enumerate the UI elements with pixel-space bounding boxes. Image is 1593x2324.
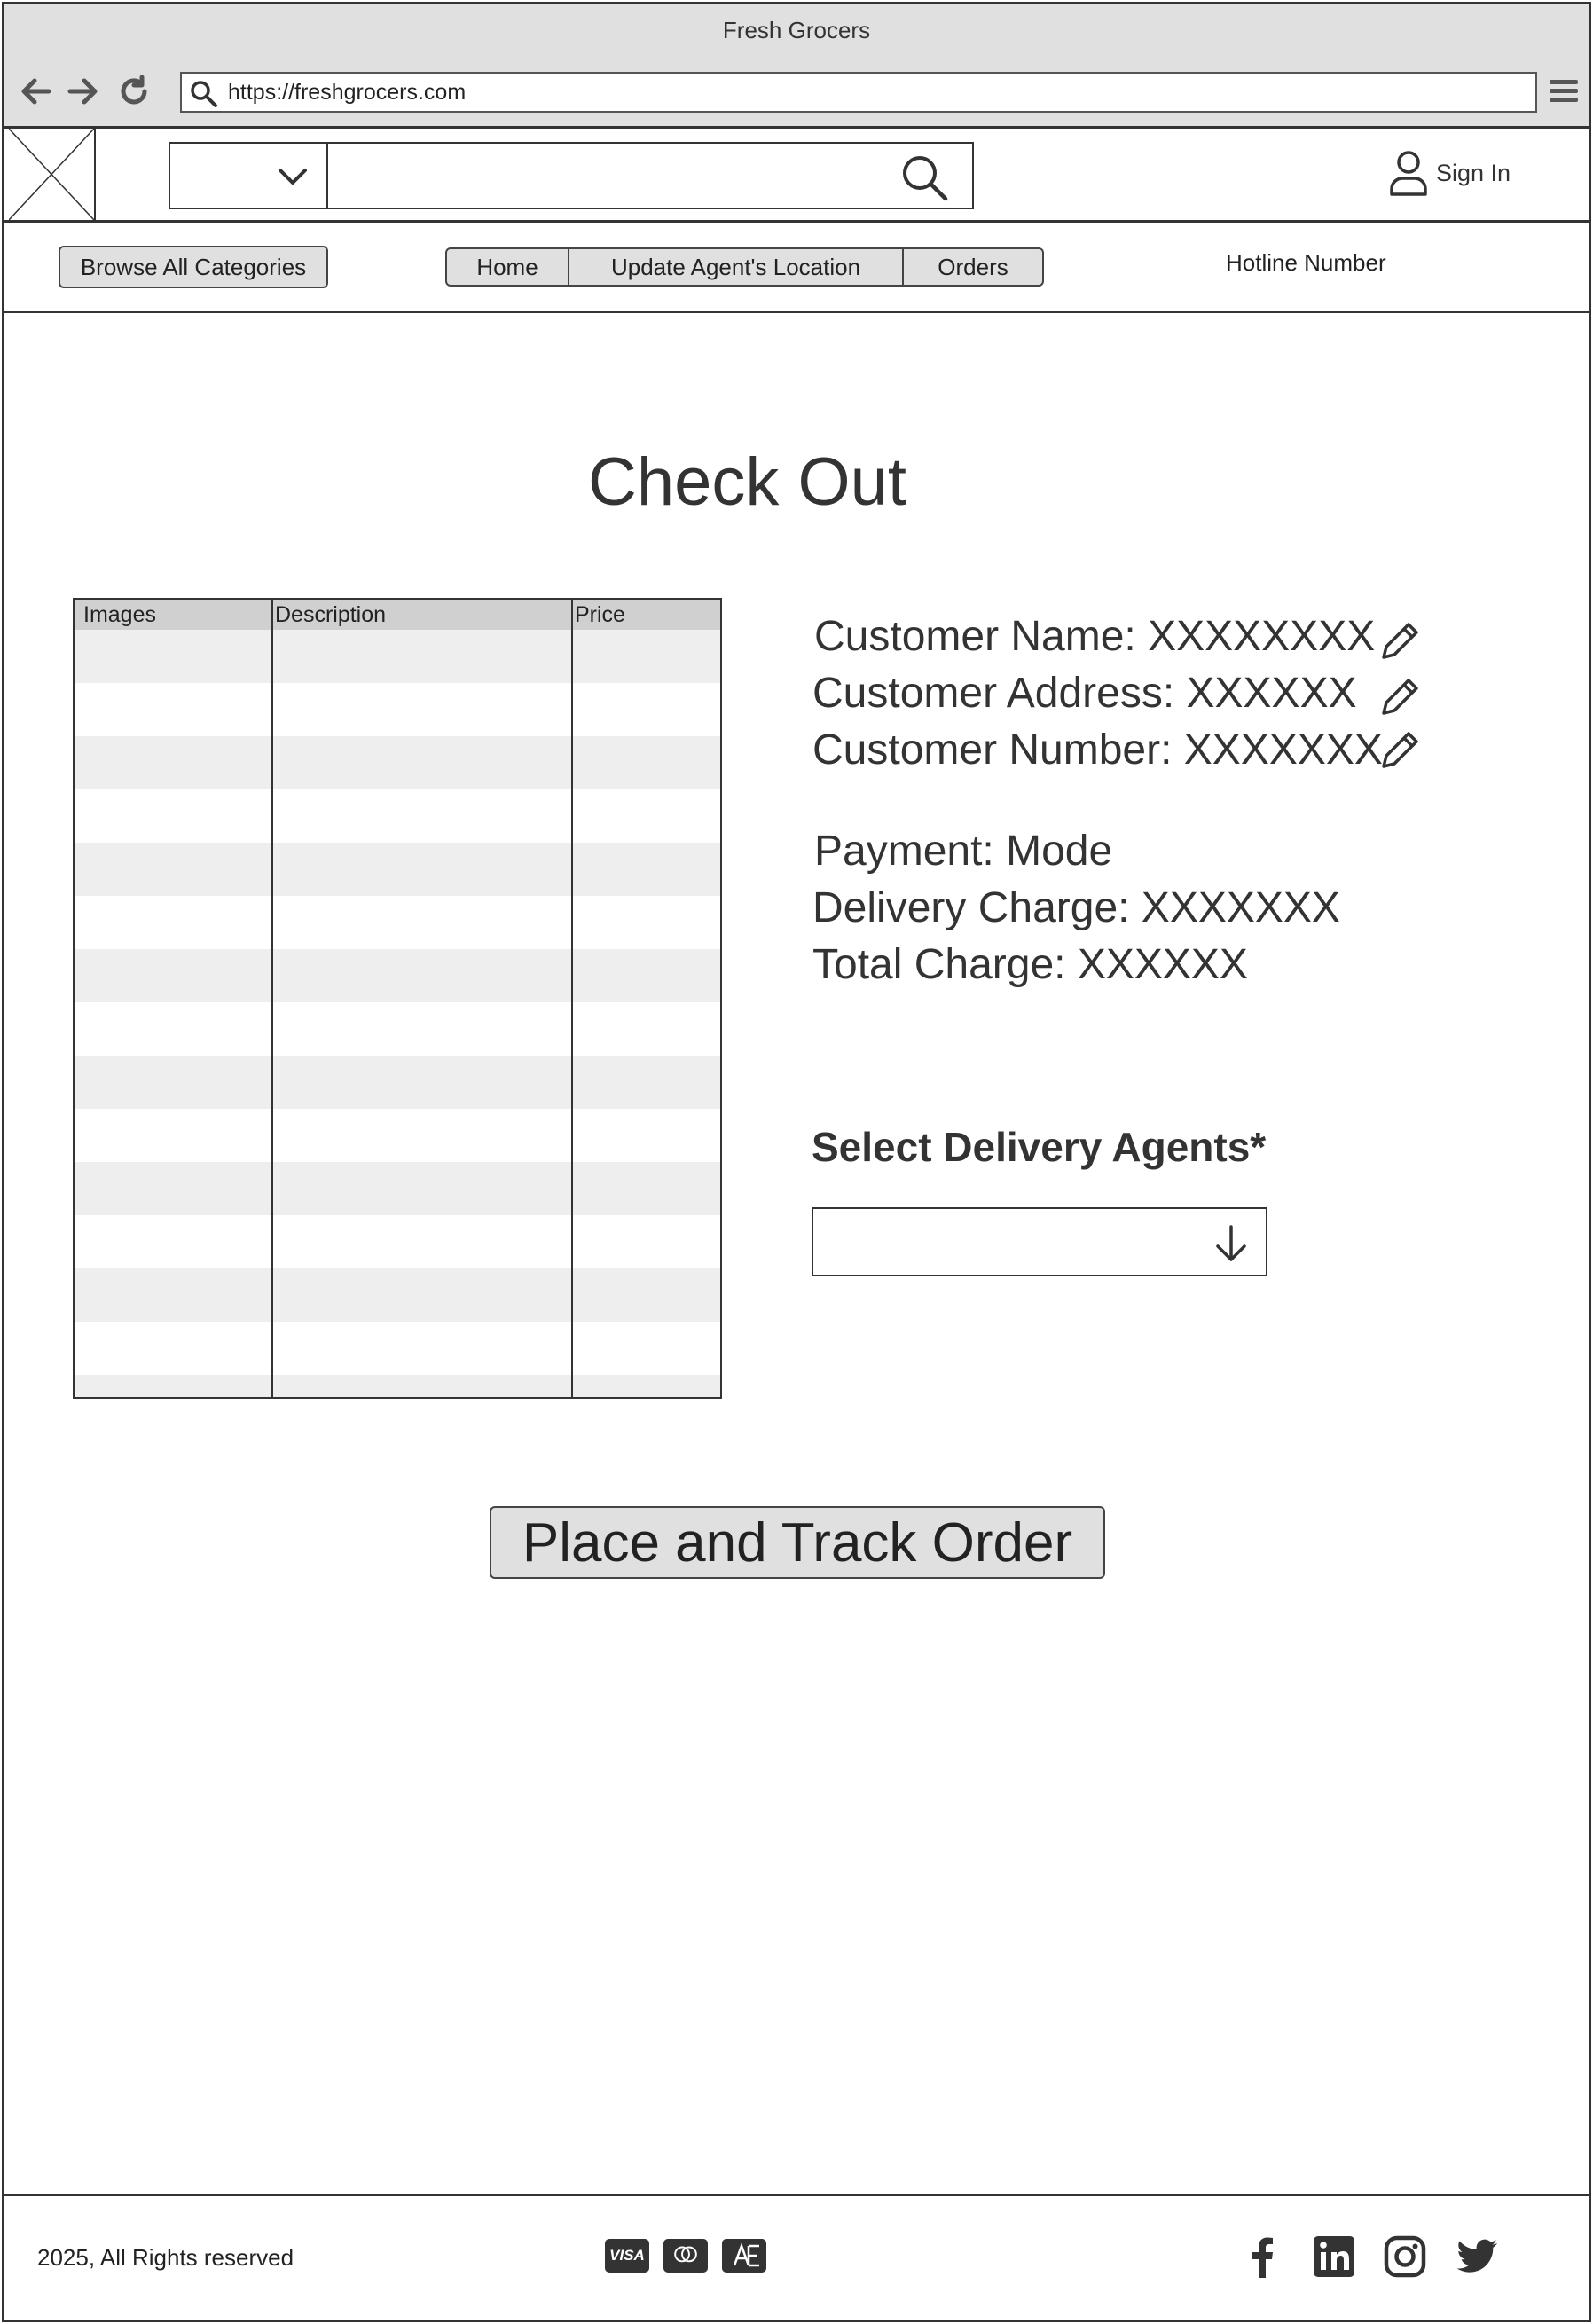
table-row	[75, 1375, 720, 1397]
table-row	[75, 736, 720, 789]
table-row	[75, 1322, 720, 1375]
sign-in-label: Sign In	[1436, 159, 1511, 186]
back-arrow-icon[interactable]	[17, 72, 56, 111]
place-and-track-order-button[interactable]: Place and Track Order	[490, 1506, 1105, 1579]
column-header-price: Price	[575, 602, 625, 627]
arrow-down-icon	[1216, 1225, 1246, 1261]
main-nav: Browse All Categories Home Update Agent'…	[4, 223, 1589, 313]
table-row	[75, 1268, 720, 1322]
forward-arrow-icon[interactable]	[63, 72, 102, 111]
customer-address: Customer Address: XXXXXX	[812, 670, 1357, 717]
column-header-images: Images	[83, 602, 156, 627]
delivery-agent-dropdown[interactable]	[812, 1207, 1267, 1276]
table-row	[75, 949, 720, 1002]
table-row	[75, 683, 720, 736]
tab-orders[interactable]: Orders	[904, 249, 1042, 285]
table-header: Images Description Price	[75, 600, 720, 630]
column-divider	[571, 600, 573, 1397]
search-icon	[191, 81, 217, 107]
delivery-charge: Delivery Charge: XXXXXXX	[812, 884, 1340, 931]
column-divider	[271, 600, 273, 1397]
customer-number: Customer Number: XXXXXXX	[812, 726, 1383, 773]
amex-icon	[722, 2239, 766, 2273]
user-icon	[1390, 151, 1427, 196]
instagram-icon[interactable]	[1382, 2234, 1428, 2280]
logo-placeholder[interactable]	[9, 129, 96, 220]
search-icon[interactable]	[900, 153, 950, 203]
table-row	[75, 1162, 720, 1215]
table-row	[75, 1002, 720, 1056]
column-header-description: Description	[275, 602, 387, 627]
edit-name-pencil-icon[interactable]	[1377, 618, 1423, 664]
browser-title-bar: Fresh Grocers	[2, 2, 1591, 58]
mastercard-icon	[663, 2239, 708, 2273]
browser-nav-bar: https://freshgrocers.com	[2, 56, 1591, 129]
edit-number-pencil-icon[interactable]	[1377, 727, 1423, 773]
order-items-table: Images Description Price	[73, 598, 722, 1399]
table-row	[75, 1215, 720, 1268]
delivery-agents-label: Select Delivery Agents*	[812, 1124, 1267, 1170]
table-row	[75, 896, 720, 949]
table-row	[75, 843, 720, 896]
table-row	[75, 630, 720, 683]
hotline-number[interactable]: Hotline Number	[1226, 249, 1386, 277]
edit-address-pencil-icon[interactable]	[1377, 674, 1423, 720]
facebook-icon[interactable]	[1240, 2234, 1286, 2280]
visa-icon: VISA	[605, 2239, 649, 2273]
twitter-icon[interactable]	[1454, 2234, 1500, 2280]
tab-home[interactable]: Home	[447, 249, 569, 285]
footer: 2025, All Rights reserved VISA	[4, 2194, 1589, 2318]
url-text: https://freshgrocers.com	[228, 79, 467, 105]
search-input[interactable]	[326, 142, 974, 209]
customer-name: Customer Name: XXXXXXXX	[814, 613, 1376, 660]
payment-mode: Payment: Mode	[814, 828, 1113, 875]
linkedin-icon[interactable]	[1311, 2234, 1357, 2280]
total-charge: Total Charge: XXXXXX	[812, 941, 1248, 988]
nav-tabs: Home Update Agent's Location Orders	[445, 247, 1044, 287]
table-row	[75, 789, 720, 843]
page-title: Check Out	[587, 444, 907, 520]
tab-update-agent-location[interactable]: Update Agent's Location	[569, 249, 904, 285]
window-title: Fresh Grocers	[722, 16, 871, 43]
copyright-text: 2025, All Rights reserved	[37, 2244, 294, 2271]
sign-in-button[interactable]: Sign In	[1388, 148, 1511, 198]
table-row	[75, 1056, 720, 1109]
menu-icon[interactable]	[1548, 75, 1580, 107]
address-bar[interactable]: https://freshgrocers.com	[180, 72, 1537, 113]
reload-icon[interactable]	[114, 72, 153, 111]
site-header: Sign In	[4, 129, 1589, 223]
category-dropdown[interactable]	[169, 142, 326, 209]
chevron-down-icon	[279, 169, 307, 185]
browse-categories-button[interactable]: Browse All Categories	[59, 246, 328, 288]
table-row	[75, 1109, 720, 1162]
